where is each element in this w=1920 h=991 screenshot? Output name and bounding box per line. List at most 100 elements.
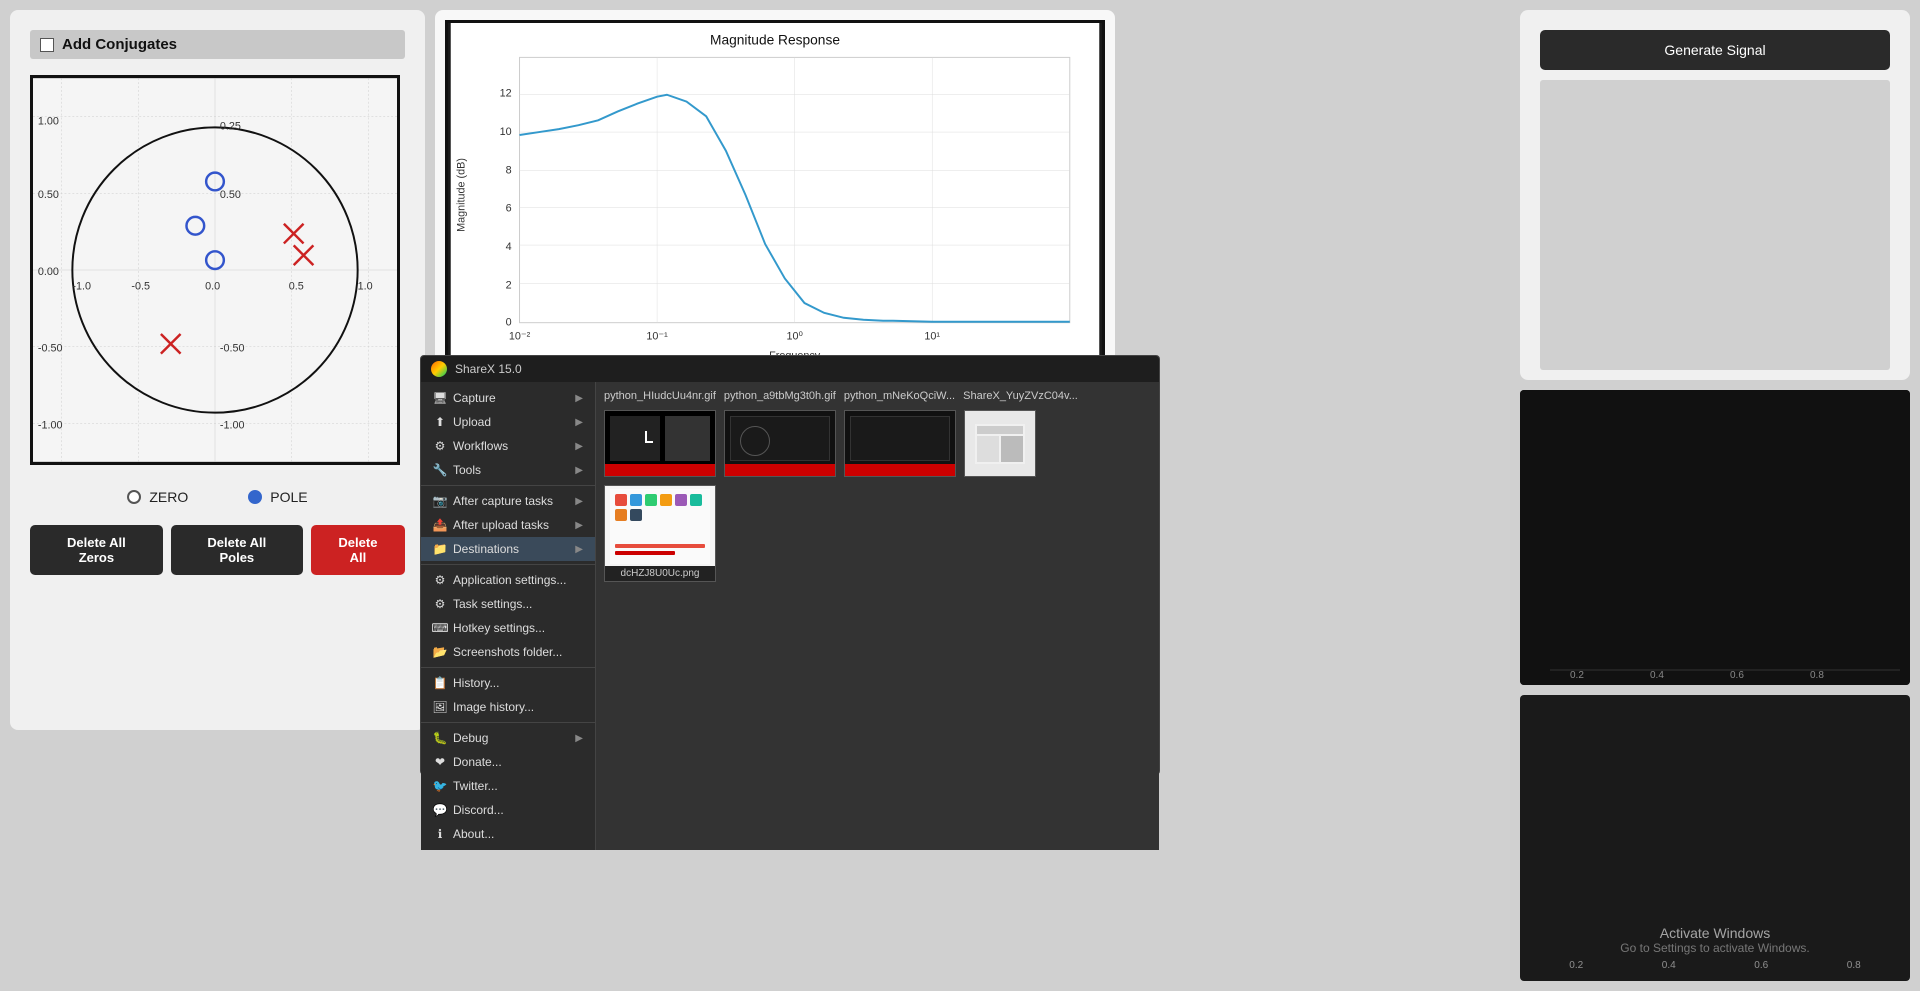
svg-text:0.0: 0.0: [205, 281, 220, 293]
tab-1[interactable]: python_HIudcUu4nr.gif: [604, 390, 716, 402]
menu-item-app-settings[interactable]: ⚙ Application settings...: [421, 568, 595, 592]
menu-item-capture[interactable]: 🖥 Capture ▶: [421, 386, 595, 410]
sharex-titlebar: ShareX 15.0: [421, 356, 1159, 382]
menu-separator-4: [421, 722, 595, 723]
after-upload-icon: 📤: [433, 518, 447, 532]
screenshot-thumb-4[interactable]: [964, 410, 1036, 477]
svg-text:10¹: 10¹: [924, 330, 940, 342]
tab-2[interactable]: python_a9tbMg3t0h.gif: [724, 390, 836, 402]
svg-text:0.50: 0.50: [38, 189, 59, 201]
menu-item-after-capture[interactable]: 📷 After capture tasks ▶: [421, 489, 595, 513]
generate-signal-button[interactable]: Generate Signal: [1540, 30, 1890, 70]
screenshot-thumb-1[interactable]: [604, 410, 716, 477]
add-conjugates-row: Add Conjugates: [30, 30, 405, 59]
left-panel: Add Conjugates 0.00: [10, 10, 425, 730]
tab-3[interactable]: python_mNeKoQciW...: [844, 390, 955, 402]
menu-item-after-upload[interactable]: 📤 After upload tasks ▶: [421, 513, 595, 537]
svg-text:0.8: 0.8: [1810, 670, 1824, 681]
menu-item-discord[interactable]: 💬 Discord...: [421, 798, 595, 822]
menu-item-debug[interactable]: 🐛 Debug ▶: [421, 726, 595, 750]
thumb-img-4: [965, 411, 1035, 476]
thumb-img-1: [605, 411, 715, 476]
svg-text:1.00: 1.00: [38, 115, 59, 127]
svg-text:4: 4: [506, 241, 512, 253]
after-capture-arrow-icon: ▶: [575, 496, 583, 507]
zero-legend[interactable]: ZERO: [127, 489, 188, 505]
pole-radio[interactable]: [248, 490, 262, 504]
delete-zeros-button[interactable]: Delete All Zeros: [30, 525, 163, 575]
menu-item-screenshots-folder[interactable]: 📂 Screenshots folder...: [421, 640, 595, 664]
add-conjugates-checkbox[interactable]: [40, 38, 54, 52]
tools-arrow-icon: ▶: [575, 465, 583, 476]
svg-text:0.50: 0.50: [220, 189, 241, 201]
sharex-content-area: python_HIudcUu4nr.gif python_a9tbMg3t0h.…: [596, 382, 1159, 850]
activate-windows-subtitle: Go to Settings to activate Windows.: [1530, 941, 1900, 955]
svg-text:0.00: 0.00: [38, 266, 59, 278]
top-chart-svg: 0.2 0.4 0.6 0.8: [1520, 390, 1910, 685]
menu-item-task-settings[interactable]: ⚙ Task settings...: [421, 592, 595, 616]
workflows-arrow-icon: ▶: [575, 441, 583, 452]
tab-4[interactable]: ShareX_YuyZVzC04v...: [963, 390, 1078, 402]
debug-arrow-icon: ▶: [575, 733, 583, 744]
menu-separator-1: [421, 485, 595, 486]
bottom-thumb-label: dcHZJ8U0Uc.png: [617, 566, 704, 581]
sharex-menu: 🖥 Capture ▶ ⬆ Upload ▶ ⚙ Workflows ▶: [421, 382, 596, 850]
menu-item-upload[interactable]: ⬆ Upload ▶: [421, 410, 595, 434]
svg-text:0.2: 0.2: [1570, 670, 1584, 681]
task-settings-icon: ⚙: [433, 597, 447, 611]
menu-item-history[interactable]: 📋 History...: [421, 671, 595, 695]
pole-legend[interactable]: POLE: [248, 489, 307, 505]
menu-label-tools: Tools: [453, 463, 481, 477]
menu-item-workflows[interactable]: ⚙ Workflows ▶: [421, 434, 595, 458]
svg-text:1.0: 1.0: [358, 281, 373, 293]
zplane-plot[interactable]: 0.00 0.50 1.00 -0.50 -1.00 0.25 0.50 -0.…: [30, 75, 400, 465]
menu-item-hotkey-settings[interactable]: ⌨ Hotkey settings...: [421, 616, 595, 640]
mini-screen-2: [725, 411, 835, 476]
legend-row: ZERO POLE: [30, 489, 405, 505]
menu-label-discord: Discord...: [453, 803, 504, 817]
screenshot-thumb-3[interactable]: [844, 410, 956, 477]
delete-poles-button[interactable]: Delete All Poles: [171, 525, 303, 575]
pole-label: POLE: [270, 489, 307, 505]
screenshot-thumb-bottom[interactable]: dcHZJ8U0Uc.png: [604, 485, 716, 582]
menu-label-capture: Capture: [453, 391, 496, 405]
debug-icon: 🐛: [433, 731, 447, 745]
bottom-axis: 0.2 0.4 0.6 0.8: [1530, 960, 1900, 971]
thumb-img-2: [725, 411, 835, 476]
menu-label-destinations: Destinations: [453, 542, 519, 556]
svg-text:-1.00: -1.00: [38, 419, 63, 431]
delete-all-button[interactable]: Delete All: [311, 525, 405, 575]
sharex-body: 🖥 Capture ▶ ⬆ Upload ▶ ⚙ Workflows ▶: [421, 382, 1159, 850]
menu-item-twitter[interactable]: 🐦 Twitter...: [421, 774, 595, 798]
screenshot-thumb-2[interactable]: [724, 410, 836, 477]
svg-text:10⁻²: 10⁻²: [509, 330, 531, 342]
menu-item-about[interactable]: ℹ About...: [421, 822, 595, 846]
svg-text:Magnitude Response: Magnitude Response: [710, 33, 840, 48]
bottom-right-top-chart: 0.2 0.4 0.6 0.8: [1520, 390, 1910, 685]
menu-item-donate[interactable]: ❤ Donate...: [421, 750, 595, 774]
svg-text:-0.50: -0.50: [38, 343, 63, 355]
red-bar-2: [725, 464, 835, 476]
menu-item-image-history[interactable]: 🖼 Image history...: [421, 695, 595, 719]
app-settings-icon: ⚙: [433, 573, 447, 587]
menu-label-after-upload: After upload tasks: [453, 518, 549, 532]
menu-label-twitter: Twitter...: [453, 779, 498, 793]
sharex-title: ShareX 15.0: [455, 362, 522, 376]
svg-text:12: 12: [500, 88, 512, 100]
svg-text:0.5: 0.5: [289, 281, 304, 293]
svg-text:10: 10: [500, 126, 512, 138]
menu-item-tools[interactable]: 🔧 Tools ▶: [421, 458, 595, 482]
magnitude-plot-box: Magnitude Response 0 2 4 6: [445, 20, 1105, 365]
zero-radio[interactable]: [127, 490, 141, 504]
action-buttons: Delete All Zeros Delete All Poles Delete…: [30, 525, 405, 575]
menu-label-image-history: Image history...: [453, 700, 534, 714]
menu-label-about: About...: [453, 827, 494, 841]
magnitude-response-panel: Magnitude Response 0 2 4 6: [435, 10, 1115, 375]
menu-item-destinations[interactable]: 📁 Destinations ▶: [421, 537, 595, 561]
menu-label-history: History...: [453, 676, 499, 690]
history-icon: 📋: [433, 676, 447, 690]
svg-text:8: 8: [506, 164, 512, 176]
menu-label-after-capture: After capture tasks: [453, 494, 553, 508]
after-upload-arrow-icon: ▶: [575, 520, 583, 531]
zplane-svg: 0.00 0.50 1.00 -0.50 -1.00 0.25 0.50 -0.…: [33, 78, 397, 462]
